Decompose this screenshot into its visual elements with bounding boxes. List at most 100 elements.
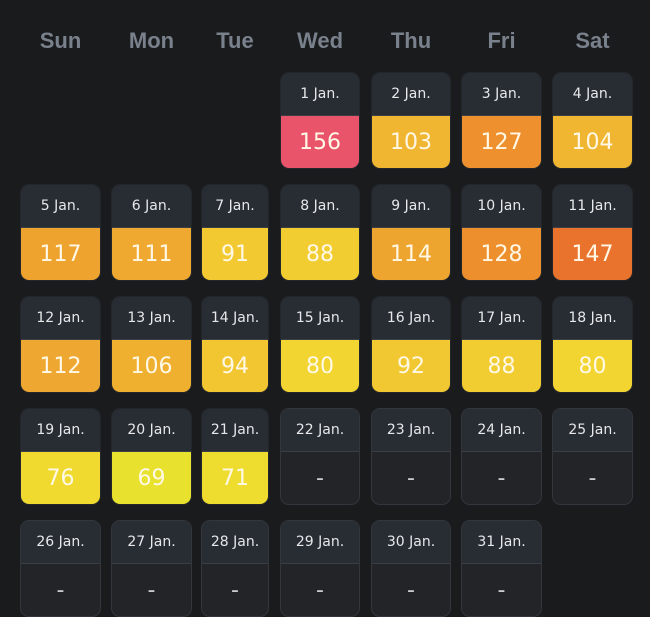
day-value: 69 bbox=[112, 452, 191, 504]
day-cell[interactable]: 24 Jan. - bbox=[461, 408, 542, 505]
day-value: - bbox=[281, 452, 359, 504]
day-cell[interactable]: 1 Jan. 156 bbox=[280, 72, 360, 169]
day-cell[interactable]: 18 Jan. 80 bbox=[552, 296, 633, 393]
day-date-label: 6 Jan. bbox=[112, 185, 191, 228]
weekday-header-wed: Wed bbox=[296, 28, 344, 53]
day-value: 91 bbox=[202, 228, 268, 280]
day-value: 112 bbox=[21, 340, 100, 392]
day-cell[interactable]: 27 Jan. - bbox=[111, 520, 192, 617]
day-date-label: 23 Jan. bbox=[372, 409, 450, 452]
day-cell[interactable]: 29 Jan. - bbox=[280, 520, 360, 617]
day-cell[interactable]: 6 Jan. 111 bbox=[111, 184, 192, 281]
day-value: - bbox=[281, 564, 359, 616]
day-date-label: 12 Jan. bbox=[21, 297, 100, 340]
day-date-label: 3 Jan. bbox=[462, 73, 541, 116]
day-date-label: 21 Jan. bbox=[202, 409, 268, 452]
day-date-label: 1 Jan. bbox=[281, 73, 359, 116]
day-date-label: 5 Jan. bbox=[21, 185, 100, 228]
day-date-label: 31 Jan. bbox=[462, 521, 541, 564]
day-date-label: 10 Jan. bbox=[462, 185, 541, 228]
day-date-label: 28 Jan. bbox=[202, 521, 268, 564]
day-cell[interactable]: 19 Jan. 76 bbox=[20, 408, 101, 505]
day-value: 156 bbox=[281, 116, 359, 168]
weekday-header-thu: Thu bbox=[390, 28, 432, 53]
day-cell[interactable]: 26 Jan. - bbox=[20, 520, 101, 617]
day-value: 80 bbox=[281, 340, 359, 392]
day-value: 88 bbox=[462, 340, 541, 392]
day-cell[interactable]: 13 Jan. 106 bbox=[111, 296, 192, 393]
day-date-label: 13 Jan. bbox=[112, 297, 191, 340]
day-date-label: 4 Jan. bbox=[553, 73, 632, 116]
day-date-label: 24 Jan. bbox=[462, 409, 541, 452]
day-cell[interactable]: 22 Jan. - bbox=[280, 408, 360, 505]
day-date-label: 29 Jan. bbox=[281, 521, 359, 564]
day-cell[interactable]: 21 Jan. 71 bbox=[201, 408, 269, 505]
day-date-label: 8 Jan. bbox=[281, 185, 359, 228]
day-cell[interactable]: 28 Jan. - bbox=[201, 520, 269, 617]
day-cell[interactable]: 5 Jan. 117 bbox=[20, 184, 101, 281]
day-date-label: 14 Jan. bbox=[202, 297, 268, 340]
day-value: 94 bbox=[202, 340, 268, 392]
day-cell[interactable]: 30 Jan. - bbox=[371, 520, 451, 617]
weekday-header-sun: Sun bbox=[39, 28, 82, 53]
day-date-label: 11 Jan. bbox=[553, 185, 632, 228]
day-cell[interactable]: 25 Jan. - bbox=[552, 408, 633, 505]
day-value: 103 bbox=[372, 116, 450, 168]
day-cell[interactable]: 20 Jan. 69 bbox=[111, 408, 192, 505]
day-value: 127 bbox=[462, 116, 541, 168]
day-cell[interactable]: 16 Jan. 92 bbox=[371, 296, 451, 393]
day-value: - bbox=[553, 452, 632, 504]
day-value: 104 bbox=[553, 116, 632, 168]
day-cell[interactable]: 23 Jan. - bbox=[371, 408, 451, 505]
day-date-label: 19 Jan. bbox=[21, 409, 100, 452]
day-date-label: 25 Jan. bbox=[553, 409, 632, 452]
weekday-header-fri: Fri bbox=[487, 28, 516, 53]
day-cell[interactable]: 9 Jan. 114 bbox=[371, 184, 451, 281]
day-value: - bbox=[112, 564, 191, 616]
day-value: 106 bbox=[112, 340, 191, 392]
day-value: 147 bbox=[553, 228, 632, 280]
weekday-header-mon: Mon bbox=[128, 28, 175, 53]
day-date-label: 26 Jan. bbox=[21, 521, 100, 564]
weekday-header-sat: Sat bbox=[575, 28, 610, 53]
day-value: - bbox=[462, 564, 541, 616]
day-cell[interactable]: 15 Jan. 80 bbox=[280, 296, 360, 393]
day-cell[interactable]: 7 Jan. 91 bbox=[201, 184, 269, 281]
day-value: - bbox=[21, 564, 100, 616]
day-cell[interactable]: 10 Jan. 128 bbox=[461, 184, 542, 281]
day-value: 71 bbox=[202, 452, 268, 504]
weekday-header-tue: Tue bbox=[216, 28, 254, 53]
day-date-label: 17 Jan. bbox=[462, 297, 541, 340]
day-value: - bbox=[202, 564, 268, 616]
day-date-label: 9 Jan. bbox=[372, 185, 450, 228]
day-cell[interactable]: 8 Jan. 88 bbox=[280, 184, 360, 281]
day-value: 76 bbox=[21, 452, 100, 504]
day-value: 92 bbox=[372, 340, 450, 392]
day-date-label: 20 Jan. bbox=[112, 409, 191, 452]
day-cell[interactable]: 12 Jan. 112 bbox=[20, 296, 101, 393]
day-value: - bbox=[462, 452, 541, 504]
day-value: 114 bbox=[372, 228, 450, 280]
day-value: 111 bbox=[112, 228, 191, 280]
day-value: 88 bbox=[281, 228, 359, 280]
day-value: 128 bbox=[462, 228, 541, 280]
day-date-label: 27 Jan. bbox=[112, 521, 191, 564]
day-cell[interactable]: 3 Jan. 127 bbox=[461, 72, 542, 169]
day-value: 80 bbox=[553, 340, 632, 392]
day-value: - bbox=[372, 564, 450, 616]
day-date-label: 15 Jan. bbox=[281, 297, 359, 340]
day-value: 117 bbox=[21, 228, 100, 280]
day-date-label: 2 Jan. bbox=[372, 73, 450, 116]
day-date-label: 18 Jan. bbox=[553, 297, 632, 340]
day-cell[interactable]: 17 Jan. 88 bbox=[461, 296, 542, 393]
day-value: - bbox=[372, 452, 450, 504]
day-cell[interactable]: 31 Jan. - bbox=[461, 520, 542, 617]
day-date-label: 30 Jan. bbox=[372, 521, 450, 564]
day-date-label: 7 Jan. bbox=[202, 185, 268, 228]
day-date-label: 22 Jan. bbox=[281, 409, 359, 452]
day-cell[interactable]: 2 Jan. 103 bbox=[371, 72, 451, 169]
day-cell[interactable]: 4 Jan. 104 bbox=[552, 72, 633, 169]
day-cell[interactable]: 14 Jan. 94 bbox=[201, 296, 269, 393]
day-date-label: 16 Jan. bbox=[372, 297, 450, 340]
day-cell[interactable]: 11 Jan. 147 bbox=[552, 184, 633, 281]
